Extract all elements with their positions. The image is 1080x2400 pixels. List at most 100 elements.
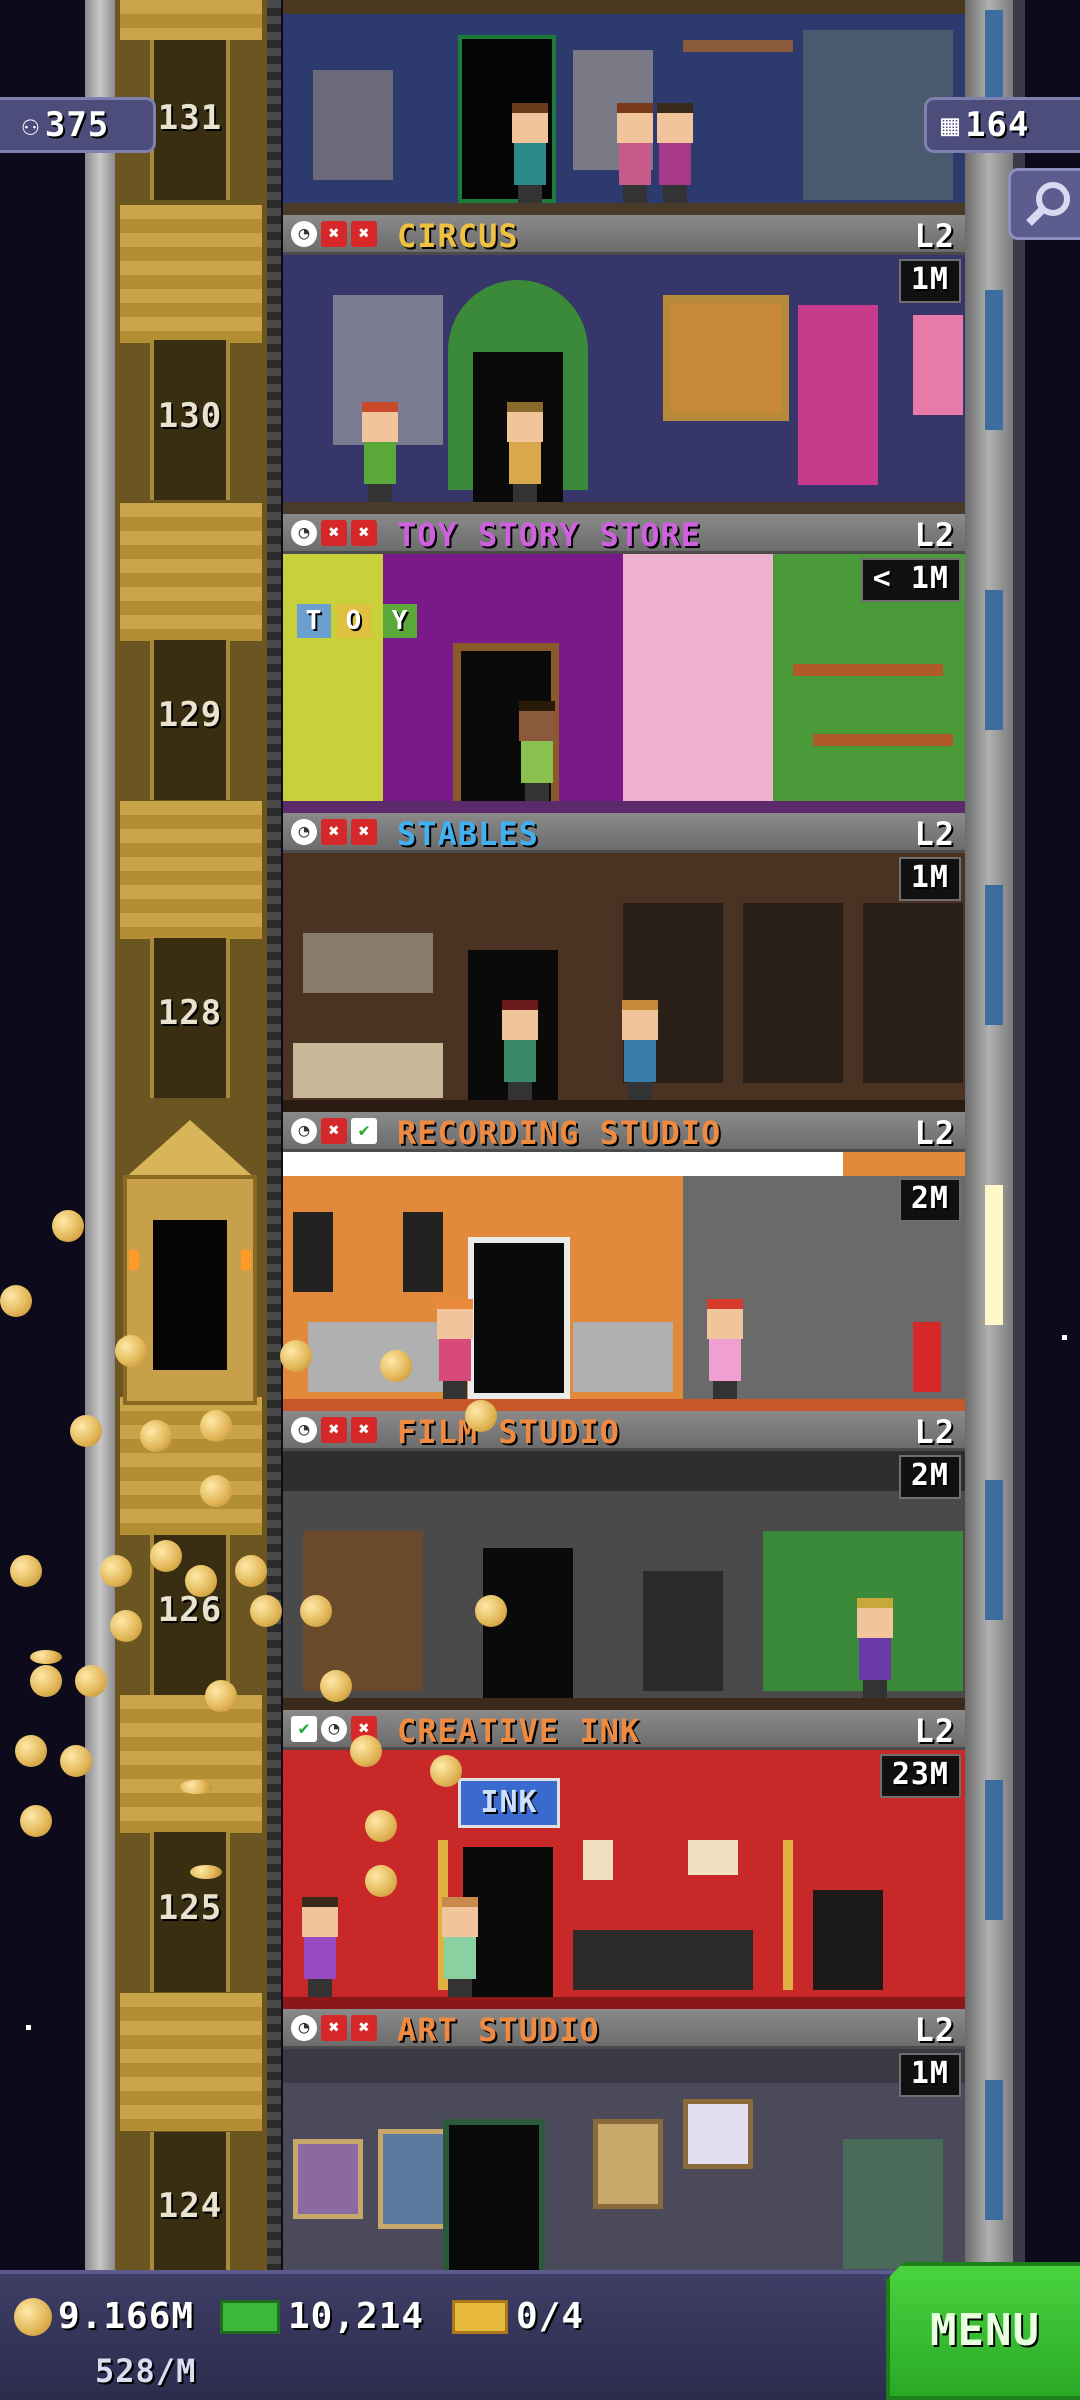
falling-coin[interactable] — [365, 1810, 397, 1842]
floor-art-studio[interactable]: ◔ ✖ ✖ ART STUDIO L2 1M — [283, 2009, 965, 2270]
tower-resident[interactable] — [503, 402, 547, 502]
falling-coin[interactable] — [280, 1340, 312, 1372]
floor-circus[interactable]: ◔ ✖ ✖ CIRCUS L2 1M — [283, 215, 965, 514]
falling-coin[interactable] — [30, 1665, 62, 1697]
falling-coin[interactable] — [52, 1210, 84, 1242]
room-interior: 2M — [283, 1451, 965, 1710]
tower-resident[interactable] — [498, 1000, 542, 1100]
floor-status-icons: ◔ ✖ ✖ — [291, 819, 377, 847]
tower-resident[interactable] — [433, 1299, 477, 1399]
falling-coin[interactable] — [200, 1410, 232, 1442]
building-icon: ▦ — [941, 107, 960, 143]
falling-coin[interactable] — [110, 1610, 142, 1642]
floor-level: L2 — [914, 217, 955, 255]
falling-coin[interactable] — [0, 1285, 32, 1317]
bux-counter[interactable]: 10,214 — [220, 2296, 424, 2337]
shaft-floor-number: 131 — [157, 98, 223, 138]
frame-decor — [583, 1840, 613, 1880]
falling-coin[interactable] — [140, 1420, 172, 1452]
bux-value: 10,214 — [288, 2296, 425, 2337]
lion-painting — [663, 295, 789, 421]
falling-coin[interactable] — [365, 1865, 397, 1897]
golden-tickets-counter[interactable]: 0/4 — [452, 2296, 584, 2337]
falling-coin[interactable] — [465, 1400, 497, 1432]
resident-legs — [308, 1979, 332, 1997]
resident-body — [521, 741, 553, 783]
elevator-torch-right — [241, 1250, 251, 1270]
room-ceiling-lights — [283, 0, 965, 14]
mixing-desk — [573, 1322, 673, 1392]
tower-resident[interactable] — [613, 103, 657, 203]
tower-resident[interactable] — [853, 1598, 897, 1698]
falling-coin[interactable] — [115, 1335, 147, 1367]
falling-coin[interactable] — [10, 1555, 42, 1587]
tower-resident[interactable] — [618, 1000, 662, 1100]
falling-coin[interactable] — [205, 1680, 237, 1712]
floor-room-top[interactable] — [283, 0, 965, 215]
resident-legs — [508, 1082, 532, 1100]
tower-resident[interactable] — [298, 1897, 342, 1997]
falling-coin[interactable] — [70, 1415, 102, 1447]
floor-toy-story-store[interactable]: ◔ ✖ ✖ TOY STORY STORE L2 T O Y < 1M — [283, 514, 965, 813]
resident-head — [302, 1897, 338, 1937]
falling-coin[interactable] — [100, 1555, 132, 1587]
toy-shelf — [813, 734, 953, 746]
clock-icon: ◔ — [291, 819, 317, 845]
room-floor — [283, 1698, 965, 1710]
shaft-floor-number: 130 — [157, 396, 223, 436]
menu-button[interactable]: MENU — [886, 2262, 1080, 2400]
falling-coin[interactable] — [235, 1555, 267, 1587]
search-button[interactable] — [1008, 168, 1080, 240]
floor-film-studio[interactable]: ◔ ✖ ✖ FILM STUDIO L2 2M — [283, 1411, 965, 1710]
falling-coin[interactable] — [475, 1595, 507, 1627]
tower-resident[interactable] — [515, 701, 559, 801]
falling-coin[interactable] — [250, 1595, 282, 1627]
falling-coin[interactable] — [430, 1755, 462, 1787]
room-interior: 1M — [283, 255, 965, 514]
falling-coin[interactable] — [15, 1735, 47, 1767]
shaft-floor-number: 125 — [157, 1888, 223, 1928]
falling-coin[interactable] — [380, 1350, 412, 1382]
golden-ticket-icon — [452, 2299, 508, 2334]
tower-resident[interactable] — [358, 402, 402, 502]
falling-coin[interactable] — [20, 1805, 52, 1837]
falling-coin[interactable] — [200, 1475, 232, 1507]
shaft-gold-strip — [120, 503, 262, 641]
clock-icon: ◔ — [321, 1716, 347, 1742]
tower-resident[interactable] — [508, 103, 552, 203]
tower-resident[interactable] — [653, 103, 697, 203]
falling-coin[interactable] — [300, 1595, 332, 1627]
restock-timer: < 1M — [860, 558, 961, 602]
falling-coin[interactable] — [60, 1745, 92, 1777]
resident-head — [857, 1598, 893, 1638]
resident-legs — [713, 1381, 737, 1399]
speaker-decor — [403, 1212, 443, 1292]
resident-body — [624, 1040, 656, 1082]
tower-resident[interactable] — [438, 1897, 482, 1997]
resident-head — [442, 1897, 478, 1937]
falling-coin[interactable] — [320, 1670, 352, 1702]
falling-coin[interactable] — [350, 1735, 382, 1767]
tower-left-wall — [85, 0, 115, 2270]
elevator-car[interactable] — [115, 1120, 265, 1420]
falling-coin[interactable] — [150, 1540, 182, 1572]
person-icon: ⚇ — [22, 108, 39, 142]
population-counter[interactable]: ⚇ 375 — [0, 97, 156, 153]
falling-coin[interactable] — [190, 1865, 222, 1879]
falling-coin[interactable] — [180, 1780, 212, 1794]
floor-stables[interactable]: ◔ ✖ ✖ STABLES L2 1M — [283, 813, 965, 1112]
clown-painting — [913, 315, 963, 415]
coins-counter[interactable]: 9.166M — [14, 2296, 194, 2337]
star — [1062, 1335, 1067, 1340]
resident-legs — [623, 185, 647, 203]
tower-resident[interactable] — [703, 1299, 747, 1399]
x-icon: ✖ — [321, 221, 347, 247]
floor-creative-ink[interactable]: ✔ ◔ ✖ CREATIVE INK L2 INK 23M — [283, 1710, 965, 2009]
resident-legs — [863, 1680, 887, 1698]
floor-count-counter[interactable]: ▦ 164 — [924, 97, 1080, 153]
falling-coin[interactable] — [185, 1565, 217, 1597]
falling-coin[interactable] — [75, 1665, 107, 1697]
room-floor — [283, 203, 965, 215]
tower-window — [985, 290, 1003, 430]
falling-coin[interactable] — [30, 1650, 62, 1664]
